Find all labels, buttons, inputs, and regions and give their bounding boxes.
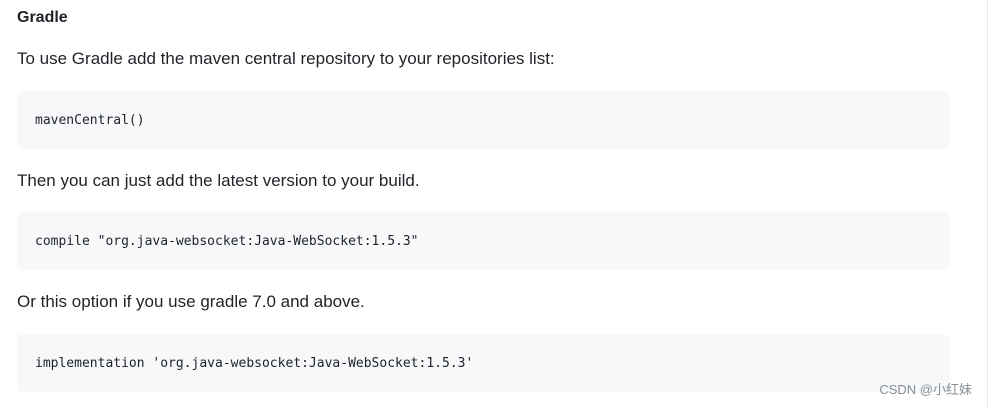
code-text: mavenCentral() xyxy=(35,112,145,128)
intro-paragraph: To use Gradle add the maven central repo… xyxy=(17,49,555,68)
watermark: CSDN @小红妹 xyxy=(879,382,972,397)
code-block-compile[interactable]: compile "org.java-websocket:Java-WebSock… xyxy=(17,212,950,270)
code-text: implementation 'org.java-websocket:Java-… xyxy=(35,355,474,371)
code-block-implementation[interactable]: implementation 'org.java-websocket:Java-… xyxy=(17,334,950,392)
code-block-maven-central[interactable]: mavenCentral() xyxy=(17,91,950,149)
section-heading: Gradle xyxy=(17,9,68,26)
code-text: compile "org.java-websocket:Java-WebSock… xyxy=(35,233,419,249)
then-paragraph: Then you can just add the latest version… xyxy=(17,171,420,190)
or-paragraph: Or this option if you use gradle 7.0 and… xyxy=(17,292,365,311)
